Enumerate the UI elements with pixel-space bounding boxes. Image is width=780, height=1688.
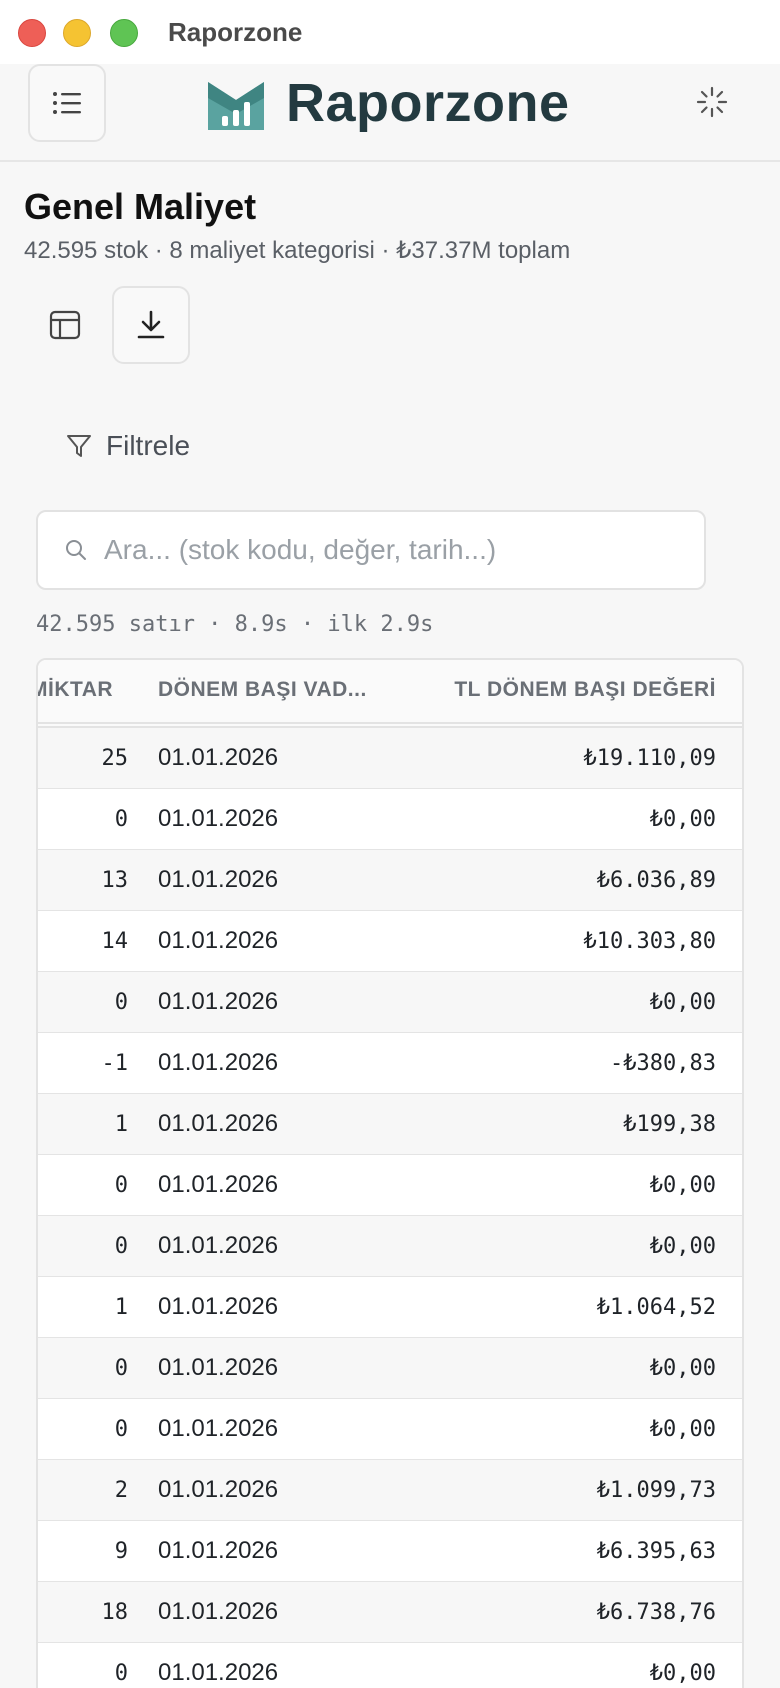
- miktar-cell: 0: [114, 1234, 128, 1259]
- vade-date-cell: 01.01.2026: [158, 1659, 279, 1686]
- miktar-cell: 14: [101, 929, 129, 954]
- table-row[interactable]: 0 01.01.2026 ₺0,00: [38, 1155, 742, 1216]
- tl-value-cell: ₺10.303,80: [583, 929, 716, 954]
- table-row[interactable]: 1 01.01.2026 ₺199,38: [38, 1094, 742, 1155]
- title-bar: Raporzone: [0, 0, 780, 64]
- table-row[interactable]: 2 01.01.2026 ₺1.099,73: [38, 1460, 742, 1521]
- miktar-cell: 13: [101, 868, 129, 893]
- miktar-cell: 0: [114, 1356, 128, 1381]
- search-box: [36, 510, 706, 590]
- tl-value-cell: ₺6.036,89: [596, 868, 716, 893]
- table-row[interactable]: 0 01.01.2026 ₺0,00: [38, 1643, 742, 1688]
- tl-value-cell: ₺199,38: [623, 1112, 716, 1137]
- close-window-button[interactable]: [18, 19, 46, 47]
- search-input[interactable]: [102, 533, 704, 567]
- tl-value-cell: ₺0,00: [649, 1356, 716, 1381]
- vade-date-cell: 01.01.2026: [158, 1049, 279, 1076]
- menu-icon: [53, 92, 81, 114]
- miktar-cell: 0: [114, 1173, 128, 1198]
- vade-date-cell: 01.01.2026: [158, 1354, 279, 1381]
- table-body: 25 01.01.2026 ₺19.110,09 0 01.01.2026 ₺0,00 13…: [38, 728, 742, 1688]
- table-icon: [49, 310, 81, 340]
- miktar-cell: -1: [101, 1051, 129, 1076]
- table-row[interactable]: 1 01.01.2026 ₺1.064,52: [38, 1277, 742, 1338]
- table-row[interactable]: -1 01.01.2026 -₺380,83: [38, 1033, 742, 1094]
- app-header: Raporzone: [0, 64, 780, 162]
- tl-value-cell: -₺380,83: [610, 1051, 716, 1076]
- table-row[interactable]: 0 01.01.2026 ₺0,00: [38, 1399, 742, 1460]
- tl-value-cell: ₺6.395,63: [596, 1539, 716, 1564]
- vade-date-cell: 01.01.2026: [158, 1293, 279, 1320]
- window-title: Raporzone: [168, 17, 303, 47]
- column-header-tl-donem-basi-degeri[interactable]: TL DÖNEM BAŞI DEĞERİ: [454, 678, 716, 702]
- page-title: Genel Maliyet: [24, 186, 257, 227]
- brand-name: Raporzone: [286, 73, 570, 133]
- tl-value-cell: ₺0,00: [649, 1417, 716, 1442]
- tl-value-cell: ₺0,00: [649, 1234, 716, 1259]
- tl-value-cell: ₺1.099,73: [596, 1478, 716, 1503]
- column-header-donem-basi-vade[interactable]: DÖNEM BAŞI VAD...: [158, 678, 367, 702]
- miktar-cell: 9: [114, 1539, 128, 1564]
- maximize-window-button[interactable]: [110, 19, 138, 47]
- menu-button[interactable]: [28, 64, 106, 142]
- filter-icon: [67, 435, 91, 457]
- download-icon: [137, 310, 165, 339]
- table-row[interactable]: 25 01.01.2026 ₺19.110,09: [38, 728, 742, 789]
- miktar-cell: 18: [101, 1600, 129, 1625]
- table-row[interactable]: 0 01.01.2026 ₺0,00: [38, 972, 742, 1033]
- miktar-cell: 0: [114, 1661, 128, 1686]
- miktar-cell: 0: [114, 990, 128, 1015]
- miktar-cell: 0: [114, 1417, 128, 1442]
- tl-value-cell: ₺6.738,76: [596, 1600, 716, 1625]
- table-row[interactable]: 13 01.01.2026 ₺6.036,89: [38, 850, 742, 911]
- vade-date-cell: 01.01.2026: [158, 1110, 279, 1137]
- app-window: Raporzone Raporzone Genel Maliyet 42.595…: [0, 0, 780, 1688]
- search-icon: [66, 540, 86, 560]
- vade-date-cell: 01.01.2026: [158, 988, 279, 1015]
- spinner-icon[interactable]: [696, 86, 728, 118]
- table-row[interactable]: 0 01.01.2026 ₺0,00: [38, 1338, 742, 1399]
- result-stats: 42.595 satır · 8.9s · ilk 2.9s: [36, 612, 434, 637]
- miktar-cell: 2: [114, 1478, 128, 1503]
- vade-date-cell: 01.01.2026: [158, 866, 279, 893]
- table-row[interactable]: 9 01.01.2026 ₺6.395,63: [38, 1521, 742, 1582]
- miktar-cell: 25: [101, 746, 129, 771]
- tl-value-cell: ₺0,00: [649, 990, 716, 1015]
- page-subtitle: 42.595 stok · 8 maliyet kategorisi · ₺37…: [24, 237, 571, 264]
- vade-date-cell: 01.01.2026: [158, 927, 279, 954]
- data-table: MİKTAR DÖNEM BAŞI VAD... TL DÖNEM BAŞI D…: [36, 658, 744, 1688]
- tl-value-cell: ₺19.110,09: [583, 746, 716, 771]
- vade-date-cell: 01.01.2026: [158, 744, 279, 771]
- tl-value-cell: ₺0,00: [649, 1661, 716, 1686]
- tl-value-cell: ₺0,00: [649, 807, 716, 832]
- table-row[interactable]: 0 01.01.2026 ₺0,00: [38, 789, 742, 850]
- vade-date-cell: 01.01.2026: [158, 1171, 279, 1198]
- vade-date-cell: 01.01.2026: [158, 805, 279, 832]
- filter-label: Filtrele: [106, 430, 191, 461]
- bar-chart-logo-icon: [208, 82, 264, 130]
- tl-value-cell: ₺1.064,52: [596, 1295, 716, 1320]
- table-row[interactable]: 0 01.01.2026 ₺0,00: [38, 1216, 742, 1277]
- table-header: MİKTAR DÖNEM BAŞI VAD... TL DÖNEM BAŞI D…: [38, 660, 742, 728]
- miktar-cell: 1: [114, 1112, 128, 1137]
- tl-value-cell: ₺0,00: [649, 1173, 716, 1198]
- table-view-button[interactable]: [26, 286, 104, 364]
- filter-toggle[interactable]: Filtrele: [66, 430, 190, 462]
- vade-date-cell: 01.01.2026: [158, 1232, 279, 1259]
- table-row[interactable]: 14 01.01.2026 ₺10.303,80: [38, 911, 742, 972]
- vade-date-cell: 01.01.2026: [158, 1415, 279, 1442]
- vade-date-cell: 01.01.2026: [158, 1598, 279, 1625]
- download-button[interactable]: [112, 286, 190, 364]
- vade-date-cell: 01.01.2026: [158, 1537, 279, 1564]
- minimize-window-button[interactable]: [63, 19, 91, 47]
- table-row[interactable]: 18 01.01.2026 ₺6.738,76: [38, 1582, 742, 1643]
- vade-date-cell: 01.01.2026: [158, 1476, 279, 1503]
- miktar-cell: 1: [114, 1295, 128, 1320]
- column-header-miktar[interactable]: MİKTAR: [38, 678, 113, 702]
- miktar-cell: 0: [114, 807, 128, 832]
